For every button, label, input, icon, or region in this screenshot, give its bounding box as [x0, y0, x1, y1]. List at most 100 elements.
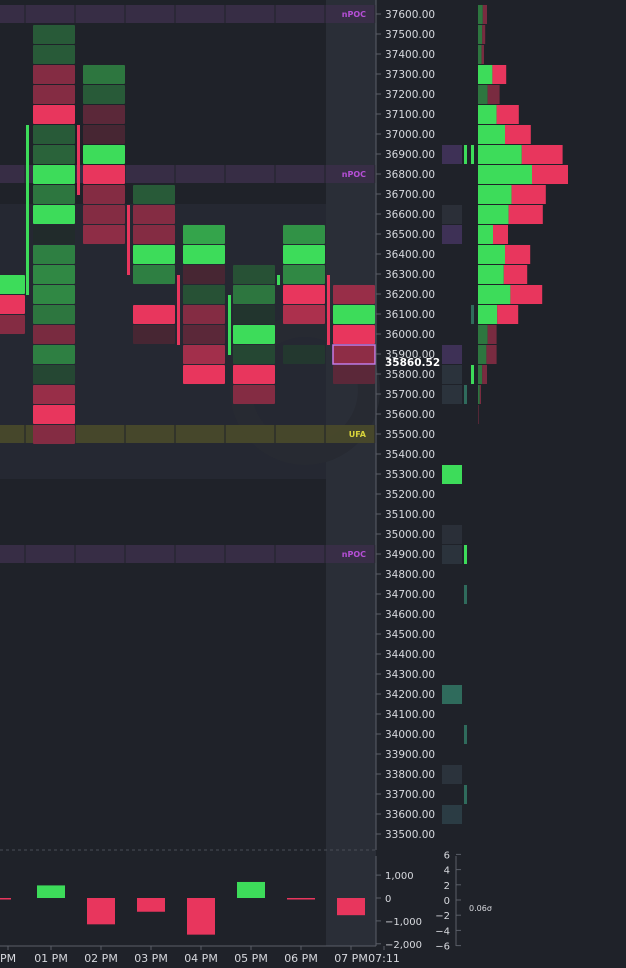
sigma-label: 0.06σ: [469, 904, 492, 913]
side-thin-marker: [464, 545, 467, 564]
price-tick-label: 34400.00: [385, 649, 435, 661]
footprint-cell: [183, 285, 225, 304]
profile-sell-bar: [493, 225, 508, 244]
profile-sell-bar: [478, 405, 479, 424]
footprint-cell: [133, 265, 175, 284]
footprint-cell: [83, 165, 125, 184]
price-tick-label: 34100.00: [385, 709, 435, 721]
profile-sell-bar: [482, 5, 487, 24]
side-thin-marker: [464, 385, 467, 404]
price-tick-label: 34700.00: [385, 589, 435, 601]
footprint-cell: [33, 405, 75, 424]
profile-buy-bar: [478, 25, 483, 44]
side-marker: [442, 545, 462, 564]
candle-wick: [177, 275, 180, 345]
footprint-cell: [33, 45, 75, 64]
profile-buy-bar: [478, 145, 522, 164]
price-tick-label: 36800.00: [385, 169, 435, 181]
profile-sell-bar: [521, 145, 563, 164]
profile-buy-bar: [478, 245, 505, 264]
footprint-cell: [283, 345, 325, 364]
delta-bar: [137, 898, 165, 912]
sigma-tick-label: −2: [435, 911, 450, 922]
footprint-cell: [33, 305, 75, 324]
level-tag-label: UFA: [349, 430, 367, 439]
current-bar-highlight: [326, 0, 376, 946]
footprint-cell: [183, 245, 225, 264]
price-tick-label: 34600.00: [385, 609, 435, 621]
profile-buy-bar: [478, 165, 532, 184]
sigma-tick-label: −6: [435, 942, 450, 953]
price-tick-label: 34900.00: [385, 549, 435, 561]
delta-bar: [337, 898, 365, 916]
price-tick-label: 33800.00: [385, 769, 435, 781]
sigma-tick-label: 4: [444, 866, 450, 877]
price-tick-label: 36700.00: [385, 189, 435, 201]
profile-sell-bar: [482, 365, 487, 384]
price-tick-label: 35100.00: [385, 509, 435, 521]
side-marker: [442, 685, 462, 704]
footprint-cell: [133, 225, 175, 244]
candle-wick: [77, 125, 80, 195]
profile-sell-bar: [481, 45, 484, 64]
side-marker: [442, 765, 462, 784]
side-thin-marker: [464, 785, 467, 804]
footprint-cell: [333, 365, 375, 384]
profile-sell-bar: [503, 265, 528, 284]
footprint-cell: [283, 245, 325, 264]
side-marker: [442, 145, 462, 164]
footprint-cell: [33, 325, 75, 344]
profile-buy-bar: [478, 185, 512, 204]
profile-buy-bar: [478, 205, 509, 224]
price-tick-label: 34300.00: [385, 669, 435, 681]
footprint-cell: [133, 185, 175, 204]
footprint-cell: [183, 345, 225, 364]
side-marker: [442, 205, 462, 224]
price-tick-label: 35200.00: [385, 489, 435, 501]
candle-wick: [277, 275, 280, 285]
delta-bar: [237, 881, 265, 898]
side-marker: [442, 225, 462, 244]
price-tick-label: 33700.00: [385, 789, 435, 801]
side-thin-marker: [471, 145, 474, 164]
candle-wick: [327, 275, 330, 345]
price-tick-label: 37500.00: [385, 29, 435, 41]
delta-tick-label: −1,000: [385, 917, 422, 928]
footprint-cell: [83, 65, 125, 84]
price-tick-label: 35600.00: [385, 409, 435, 421]
side-thin-marker: [464, 725, 467, 744]
side-thin-marker: [464, 585, 467, 604]
profile-sell-bar: [479, 385, 481, 404]
footprint-cell: [133, 205, 175, 224]
price-tick-label: 37000.00: [385, 129, 435, 141]
sigma-tick-label: 2: [444, 881, 450, 892]
footprint-cell: [33, 385, 75, 404]
delta-bar: [37, 885, 65, 898]
footprint-cell: [83, 185, 125, 204]
delta-tick-label: 1,000: [385, 871, 414, 882]
profile-sell-bar: [497, 305, 519, 324]
price-tick-label: 33600.00: [385, 809, 435, 821]
candle-wick: [228, 295, 231, 355]
footprint-cell: [0, 315, 25, 334]
footprint-cell: [83, 85, 125, 104]
footprint-cell: [183, 325, 225, 344]
profile-buy-bar: [478, 65, 493, 84]
delta-tick-label: 0: [385, 894, 391, 905]
price-tick-label: 37100.00: [385, 109, 435, 121]
footprint-cell: [83, 145, 125, 164]
footprint-cell: [133, 325, 175, 344]
footprint-cell: [83, 125, 125, 144]
background: [0, 0, 626, 964]
footprint-cell: [183, 305, 225, 324]
footprint-cell: [33, 245, 75, 264]
chart-svg[interactable]: nPOC nPOC UFA nPOC 37600.00 37500.00 37400.00 3…: [0, 0, 626, 965]
candle-wick: [26, 125, 29, 295]
footprint-cell: [233, 345, 275, 364]
price-tick-label: 34200.00: [385, 689, 435, 701]
price-tick-label: 35700.00: [385, 389, 435, 401]
level-tag-label: nPOC: [342, 10, 366, 19]
footprint-cell: [33, 205, 75, 224]
time-tick-label: 07:11: [368, 952, 400, 964]
footprint-cell: [333, 325, 375, 344]
